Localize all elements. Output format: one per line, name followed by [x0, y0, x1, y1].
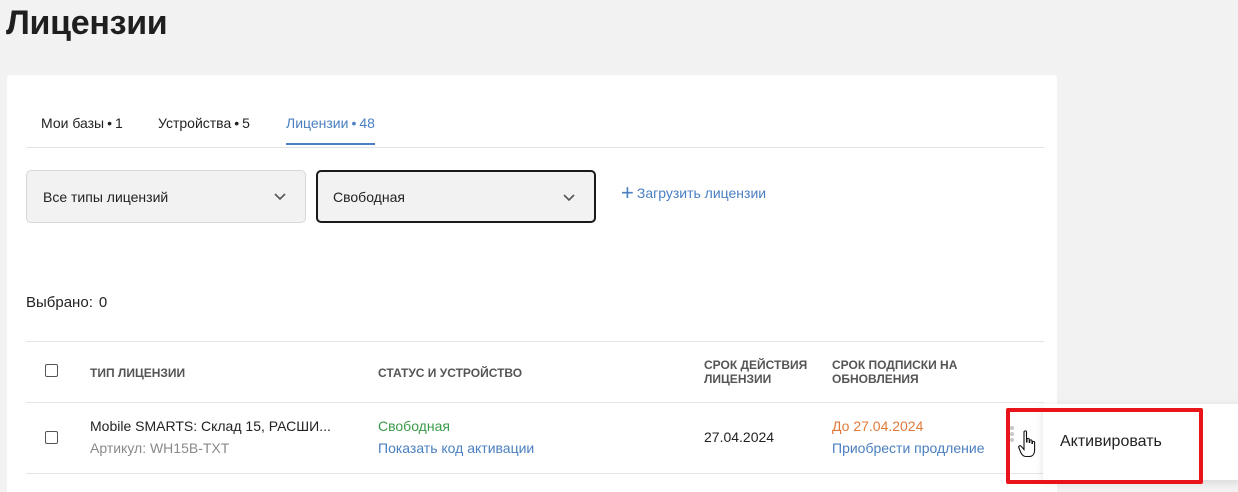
license-type-value: Все типы лицензий	[43, 188, 169, 205]
tab-licenses[interactable]: Лицензии • 48	[286, 115, 375, 145]
context-menu: Активировать	[1043, 404, 1238, 480]
status-select[interactable]: Свободная	[316, 170, 596, 223]
selected-count: Выбрано: 0	[26, 294, 107, 311]
tab-my-databases[interactable]: Мои базы • 1	[41, 115, 123, 143]
license-article: Артикул: WH15B-TXT	[90, 440, 230, 456]
tab-count: 5	[242, 115, 250, 131]
column-header-status: СТАТУС И УСТРОЙСТВО	[378, 366, 523, 380]
status-value: Свободная	[333, 188, 405, 205]
column-header-expiry-line1: СРОК ДЕЙСТВИЯ	[704, 358, 808, 372]
tab-bar: Мои базы • 1 Устройства • 5 Лицензии • 48	[26, 75, 1044, 148]
chevron-down-icon	[563, 194, 575, 202]
select-all-checkbox[interactable]	[45, 364, 58, 377]
upload-licenses-link[interactable]: + Загрузить лицензии	[621, 180, 767, 205]
upload-label: Загрузить лицензии	[636, 185, 767, 201]
selected-number: 0	[98, 294, 108, 311]
page-title: Лицензии	[6, 4, 168, 42]
tab-devices[interactable]: Устройства • 5	[158, 115, 250, 143]
column-header-expiry: СРОК ДЕЙСТВИЯ ЛИЦЕНЗИИ	[704, 358, 807, 386]
table-header: ТИП ЛИЦЕНЗИИ СТАТУС И УСТРОЙСТВО СРОК ДЕ…	[26, 341, 1044, 403]
subscription-expiry: До 27.04.2024	[832, 418, 924, 434]
column-header-expiry-line2: ЛИЦЕНЗИИ	[704, 372, 772, 386]
status-badge: Свободная	[378, 418, 450, 434]
row-menu-kebab-icon[interactable]	[1009, 425, 1015, 445]
chevron-down-icon	[274, 193, 286, 201]
row-checkbox[interactable]	[45, 431, 58, 444]
activate-menu-item[interactable]: Активировать	[1060, 433, 1162, 451]
tab-count: 48	[359, 115, 375, 131]
tab-separator: •	[351, 115, 357, 131]
tab-label: Лицензии	[286, 115, 349, 131]
column-header-subscription-line2: ОБНОВЛЕНИЯ	[832, 372, 919, 386]
column-header-subscription-line1: СРОК ПОДПИСКИ НА	[832, 358, 958, 372]
tab-count: 1	[115, 115, 123, 131]
license-expiry: 27.04.2024	[704, 429, 775, 445]
license-type-select[interactable]: Все типы лицензий	[26, 170, 306, 223]
show-activation-code-link[interactable]: Показать код активации	[378, 440, 534, 456]
column-header-subscription: СРОК ПОДПИСКИ НА ОБНОВЛЕНИЯ	[832, 358, 957, 386]
column-header-type: ТИП ЛИЦЕНЗИИ	[90, 366, 186, 380]
licenses-card: Мои базы • 1 Устройства • 5 Лицензии • 48 Все …	[7, 75, 1057, 492]
table-row[interactable]: Mobile SMARTS: Склад 15, РАСШИ... Артику…	[26, 403, 1044, 474]
plus-icon: +	[621, 180, 634, 205]
hand-cursor-icon	[1018, 430, 1036, 458]
purchase-renewal-link[interactable]: Приобрести продление	[832, 440, 984, 456]
tab-label: Мои базы	[41, 115, 105, 131]
tab-separator: •	[234, 115, 240, 131]
selected-label: Выбрано:	[26, 294, 93, 311]
tab-label: Устройства	[158, 115, 232, 131]
license-name: Mobile SMARTS: Склад 15, РАСШИ...	[90, 418, 331, 434]
tab-separator: •	[107, 115, 113, 131]
